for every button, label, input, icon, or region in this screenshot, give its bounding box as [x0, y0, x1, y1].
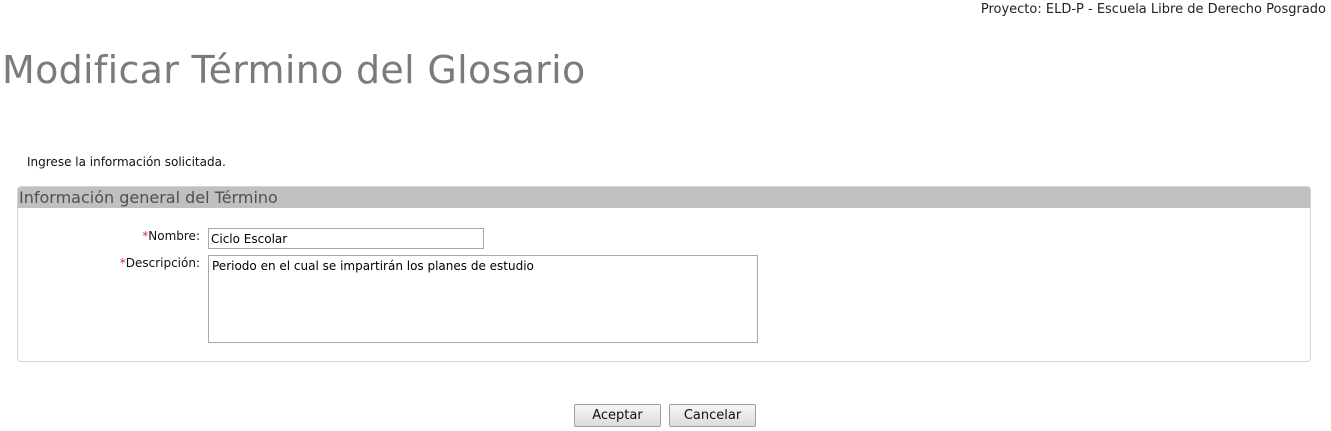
description-label-wrapper: *Descripción: — [18, 255, 204, 270]
description-row: *Descripción: Periodo en el cual se impa… — [18, 255, 758, 343]
general-info-section: Información general del Término *Nombre:… — [17, 186, 1311, 362]
name-label-wrapper: *Nombre: — [18, 228, 204, 243]
name-label: Nombre: — [148, 229, 200, 243]
form-actions: Aceptar Cancelar — [574, 404, 756, 427]
page: Proyecto: ELD-P - Escuela Libre de Derec… — [0, 0, 1331, 431]
description-label: Descripción: — [125, 256, 200, 270]
accept-button[interactable]: Aceptar — [574, 404, 661, 427]
cancel-button[interactable]: Cancelar — [669, 404, 756, 427]
page-title: Modificar Término del Glosario — [2, 48, 586, 92]
project-label: Proyecto: ELD-P - Escuela Libre de Derec… — [980, 2, 1326, 17]
instructions-text: Ingrese la información solicitada. — [27, 155, 226, 169]
name-row: *Nombre: — [18, 228, 484, 249]
section-title: Información general del Término — [18, 187, 1310, 208]
name-input[interactable] — [208, 228, 484, 249]
description-textarea[interactable]: Periodo en el cual se impartirán los pla… — [208, 255, 758, 343]
